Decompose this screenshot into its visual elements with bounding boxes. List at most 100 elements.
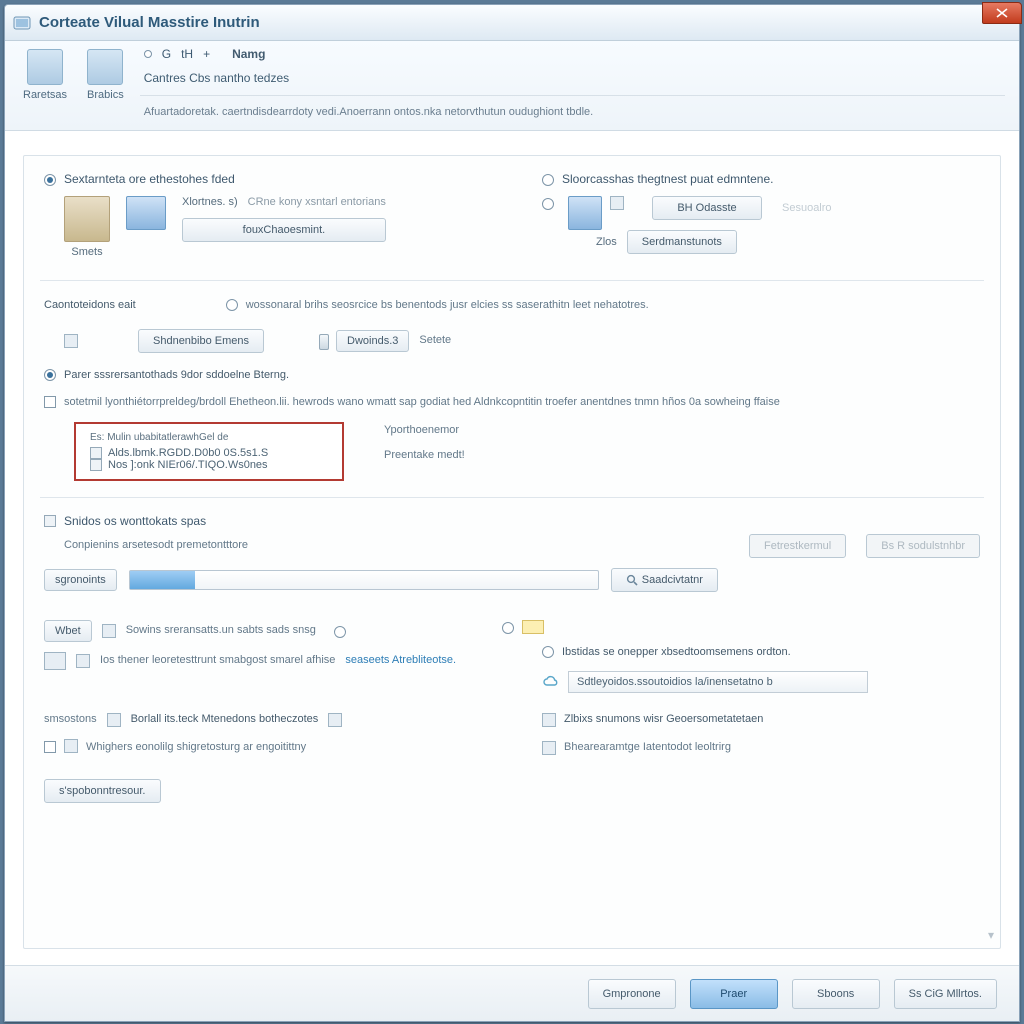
footer-button-3[interactable]: Sboons (792, 979, 880, 1009)
misc-btn-1[interactable]: Wbet (44, 620, 92, 642)
radio-left-option[interactable]: Sextarnteta ore ethestohes fded (44, 172, 482, 186)
square-icon (107, 713, 121, 727)
aside-2: Preentake medt! (384, 447, 465, 465)
title-bar: Corteate Vilual Masstire Inutrin (5, 5, 1019, 41)
choose-button[interactable]: fouxChaoesmint. (182, 218, 386, 242)
close-button[interactable] (982, 2, 1022, 24)
list-item: Nos ]:onk NIEr06/.TIQO.Ws0nes (90, 459, 328, 471)
z-label: Zlos (596, 236, 617, 248)
search-icon (626, 574, 638, 586)
content-body: Sextarnteta ore ethestohes fded Smets Xl… (23, 155, 1001, 949)
ribbon-dot-icon[interactable] (144, 50, 152, 58)
bl-text-1: Borlall its.teck Mtenedons botheczotes (131, 711, 319, 729)
doc-icon (102, 624, 116, 638)
square-icon (542, 713, 556, 727)
list-item: Alds.lbmk.RGDD.D0b0 0S.5s1.S (90, 447, 328, 459)
config-checkbox[interactable]: sotetmil lyonthiétorrpreldeg/brdoll Ehet… (44, 394, 980, 412)
redbox-title: Es: Mulin ubabitatlerawhGel de (90, 432, 328, 443)
ghost-button-2: Bs R sodulstnhbr (866, 534, 980, 558)
radio-right-sub[interactable]: BH Odasste Sesuoalro Zlos Serdmanstunots (542, 196, 980, 254)
radio-icon[interactable] (502, 622, 514, 634)
misc-link[interactable]: seaseets Atrebliteotse. (345, 652, 456, 670)
cloud-input[interactable]: Sdtleyoidos.ssoutoidios la/inensetatno b (568, 671, 868, 693)
thumb-right (568, 196, 602, 230)
ribbon: Raretsas Brabics G tH + Namg Cantres Cbs… (5, 41, 1019, 131)
ribbon-label-2: Brabics (87, 89, 124, 101)
doc-icon (44, 652, 66, 670)
br-text-2: Bhearearamtge Iatentodot leoltrirg (564, 739, 731, 757)
square-icon (542, 741, 556, 755)
ghost-button-1: Fetrestkermul (749, 534, 846, 558)
config-heading: Caontoteidons eait (44, 297, 136, 315)
slider-suffix: Setete (419, 332, 451, 350)
ribbon-mini-tabs: G tH + Namg (144, 47, 1001, 61)
checkbox-icon (44, 396, 56, 408)
aside-1: Yporthoenemor (384, 422, 465, 440)
progress-right-button[interactable]: Saadcivtatnr (611, 568, 718, 592)
close-icon (996, 8, 1008, 18)
checkbox-icon (44, 741, 56, 753)
radio-icon (542, 174, 554, 186)
ribbon-heading: Namg (232, 47, 265, 61)
window-title: Corteate Vilual Masstire Inutrin (39, 14, 1011, 31)
progress-bar (129, 570, 599, 590)
ribbon-label-1: Raretsas (23, 89, 67, 101)
ribbon-icon-2 (87, 49, 123, 85)
progress-heading: Snidos os wonttokats spas (64, 514, 206, 528)
config-slider[interactable] (324, 337, 326, 345)
thumb-left-1[interactable] (64, 196, 110, 242)
footer-button-next[interactable]: Praer (690, 979, 778, 1009)
cloud-icon (542, 673, 560, 691)
thumb-right-aux-icon (610, 196, 624, 210)
slider-value-button[interactable]: Dwoinds.3 (336, 330, 409, 352)
progress-left-button[interactable]: sgronoints (44, 569, 117, 591)
config-radio-2[interactable]: Parer sssrersantothads 9dor sddoelne Bte… (44, 367, 980, 385)
bl-check[interactable]: Whighers eonolilg shigretosturg ar engoi… (44, 739, 482, 757)
misc-right-radio[interactable]: Ibstidas se onepper xbsedtoomsemens ordt… (542, 644, 980, 662)
scroll-down-icon[interactable]: ▾ (988, 928, 994, 942)
bl-label: smsostons (44, 711, 97, 729)
file-icon (90, 459, 102, 471)
final-button[interactable]: s'spobonntresour. (44, 779, 161, 803)
gear-icon (64, 739, 78, 753)
field-left-name: Xlortnes. s) CRne kony xsntarl entorians (182, 196, 386, 208)
settings-button[interactable]: Serdmanstunots (627, 230, 737, 254)
br-text-1: Zlbixs snumons wisr Geoersometatetaen (564, 711, 763, 729)
file-icon (90, 447, 102, 459)
radio-right-label: Sloorcasshas thegtnest puat edmntene. (562, 172, 773, 186)
misc-text-2: Ios thener leoretesttrunt smabgost smare… (100, 652, 335, 670)
square-icon (328, 713, 342, 727)
radio-left-label: Sextarnteta ore ethestohes fded (64, 172, 235, 186)
misc-text-1: Sowins sreransatts.un sabts sads snsg (126, 622, 316, 640)
ribbon-group-2[interactable]: Brabics (77, 45, 134, 130)
footer-bar: Gmpronone Praer Sboons Ss CiG Mllrtos. (5, 965, 1019, 1021)
browse-grey-text: Sesuoalro (782, 202, 832, 214)
app-window: Corteate Vilual Masstire Inutrin Raretsa… (4, 4, 1020, 1022)
ribbon-right: G tH + Namg Cantres Cbs nantho tedzes Af… (134, 45, 1011, 130)
slider-thumb-icon[interactable] (319, 334, 329, 350)
ribbon-mini-3[interactable]: + (203, 47, 210, 61)
ribbon-desc: Afuartadoretak. caertndisdearrdoty vedi.… (144, 106, 1001, 118)
section-config: Caontoteidons eait wossonaral brihs seos… (44, 297, 980, 481)
radio-right-option[interactable]: Sloorcasshas thegtnest puat edmntene. (542, 172, 980, 186)
radio-icon[interactable] (334, 626, 346, 638)
ribbon-mini-1[interactable]: G (162, 47, 171, 61)
radio-icon (44, 369, 56, 381)
doc-icon (76, 654, 90, 668)
section-progress: Snidos os wonttokats spas Conpienins ars… (44, 514, 980, 592)
progress-sub: Conpienins arsetesodt premetontttore (64, 537, 248, 555)
footer-button-4[interactable]: Ss CiG Mllrtos. (894, 979, 997, 1009)
browse-button[interactable]: BH Odasste (652, 196, 762, 220)
thumb-left-1-label: Smets (71, 246, 102, 258)
ribbon-group-1[interactable]: Raretsas (13, 45, 77, 130)
radio-icon (44, 174, 56, 186)
ribbon-icon-1 (27, 49, 63, 85)
config-radio[interactable]: wossonaral brihs seosrcice bs benentods … (226, 297, 649, 315)
ribbon-mini-2[interactable]: tH (181, 47, 193, 61)
config-button[interactable]: Shdnenbibo Emens (138, 329, 264, 353)
thumb-left-2[interactable] (126, 196, 166, 230)
section-misc: Wbet Sowins sreransatts.un sabts sads sn… (44, 620, 980, 803)
section-source: Sextarnteta ore ethestohes fded Smets Xl… (44, 172, 980, 264)
footer-button-1[interactable]: Gmpronone (588, 979, 676, 1009)
section-icon (44, 515, 56, 527)
